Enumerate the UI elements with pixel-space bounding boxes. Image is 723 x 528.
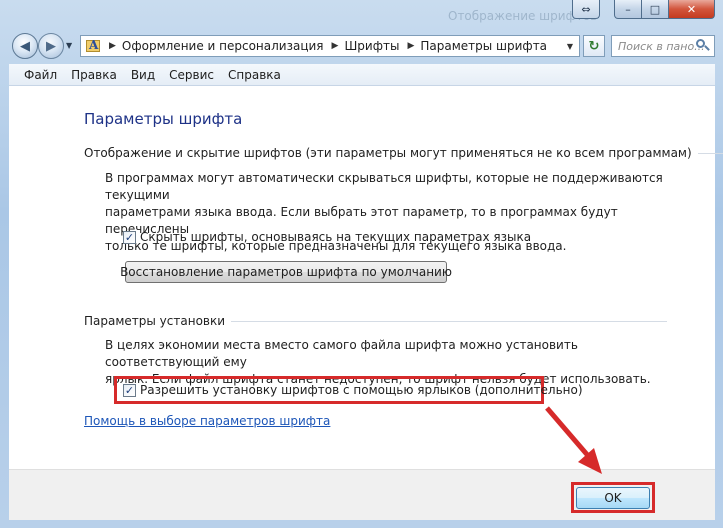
menu-tools[interactable]: Сервис: [162, 68, 221, 82]
arrow-right-icon: ▶: [46, 38, 56, 54]
description-line: В программах могут автоматически скрыват…: [105, 171, 663, 202]
back-button[interactable]: ◀: [12, 33, 38, 59]
footer-bar: OK: [9, 469, 715, 520]
restore-defaults-button[interactable]: Восстановление параметров шрифта по умол…: [120, 261, 452, 283]
window-frame: Отображение шрифтов ⇔ – □ ✕ ◀ ▶ ▼ A ▶ Оф…: [0, 0, 723, 528]
address-bar[interactable]: A ▶ Оформление и персонализация ▶ Шрифты…: [80, 35, 580, 57]
swap-icon[interactable]: ⇔: [572, 0, 600, 19]
hide-fonts-checkbox-row[interactable]: ✓ Скрыть шрифты, основываясь на текущих …: [123, 230, 531, 244]
allow-shortcuts-checkbox[interactable]: ✓: [123, 383, 136, 397]
menu-file[interactable]: Файл: [17, 68, 64, 82]
menu-edit[interactable]: Правка: [64, 68, 124, 82]
arrow-left-icon: ◀: [20, 38, 30, 54]
fonts-folder-icon: A: [85, 38, 101, 54]
breadcrumb-chevron-icon[interactable]: ▶: [407, 41, 414, 51]
section-heading-text: Параметры установки: [84, 314, 226, 328]
address-dropdown-icon[interactable]: ▼: [561, 36, 579, 56]
breadcrumb-item[interactable]: Шрифты: [344, 39, 399, 53]
hide-fonts-label[interactable]: Скрыть шрифты, основываясь на текущих па…: [140, 230, 531, 244]
navigation-bar: ◀ ▶ ▼ A ▶ Оформление и персонализация ▶ …: [0, 30, 723, 64]
breadcrumb-item[interactable]: Оформление и персонализация: [122, 39, 324, 53]
description-line: В целях экономии места вместо самого фай…: [105, 338, 578, 369]
search-input[interactable]: Поиск в пано...: [611, 35, 715, 57]
breadcrumb-chevron-icon[interactable]: ▶: [332, 41, 339, 51]
section-heading-text: Отображение и скрытие шрифтов (эти парам…: [84, 146, 692, 160]
forward-button[interactable]: ▶: [38, 33, 64, 59]
title-bar: Отображение шрифтов ⇔ – □ ✕: [0, 0, 723, 28]
search-placeholder: Поиск в пано...: [618, 39, 705, 53]
minimize-button[interactable]: –: [614, 0, 642, 19]
breadcrumb-item[interactable]: Параметры шрифта: [420, 39, 547, 53]
maximize-button[interactable]: □: [642, 0, 669, 19]
section-install-heading: Параметры установки: [84, 314, 668, 328]
ok-button[interactable]: OK: [576, 487, 650, 509]
content-panel: Параметры шрифта Отображение и скрытие ш…: [9, 86, 723, 469]
close-button[interactable]: ✕: [669, 0, 715, 19]
section-display-heading: Отображение и скрытие шрифтов (эти парам…: [84, 146, 723, 160]
menu-view[interactable]: Вид: [124, 68, 162, 82]
refresh-button[interactable]: ↻: [583, 35, 605, 57]
allow-shortcuts-label[interactable]: Разрешить установку шрифтов с помощью яр…: [140, 383, 583, 397]
page-title: Параметры шрифта: [84, 110, 243, 128]
menu-help[interactable]: Справка: [221, 68, 288, 82]
search-icon[interactable]: [696, 39, 710, 53]
menu-bar: Файл Правка Вид Сервис Справка: [9, 64, 715, 86]
window-controls: – □ ✕: [614, 0, 715, 19]
hide-fonts-checkbox[interactable]: ✓: [123, 230, 136, 244]
divider: [231, 320, 668, 322]
history-dropdown-icon[interactable]: ▼: [66, 41, 72, 50]
refresh-icon: ↻: [588, 38, 600, 54]
breadcrumb-chevron-icon[interactable]: ▶: [109, 41, 116, 51]
divider: [697, 152, 723, 154]
allow-shortcuts-checkbox-row[interactable]: ✓ Разрешить установку шрифтов с помощью …: [123, 383, 583, 397]
help-link[interactable]: Помощь в выборе параметров шрифта: [84, 414, 330, 428]
